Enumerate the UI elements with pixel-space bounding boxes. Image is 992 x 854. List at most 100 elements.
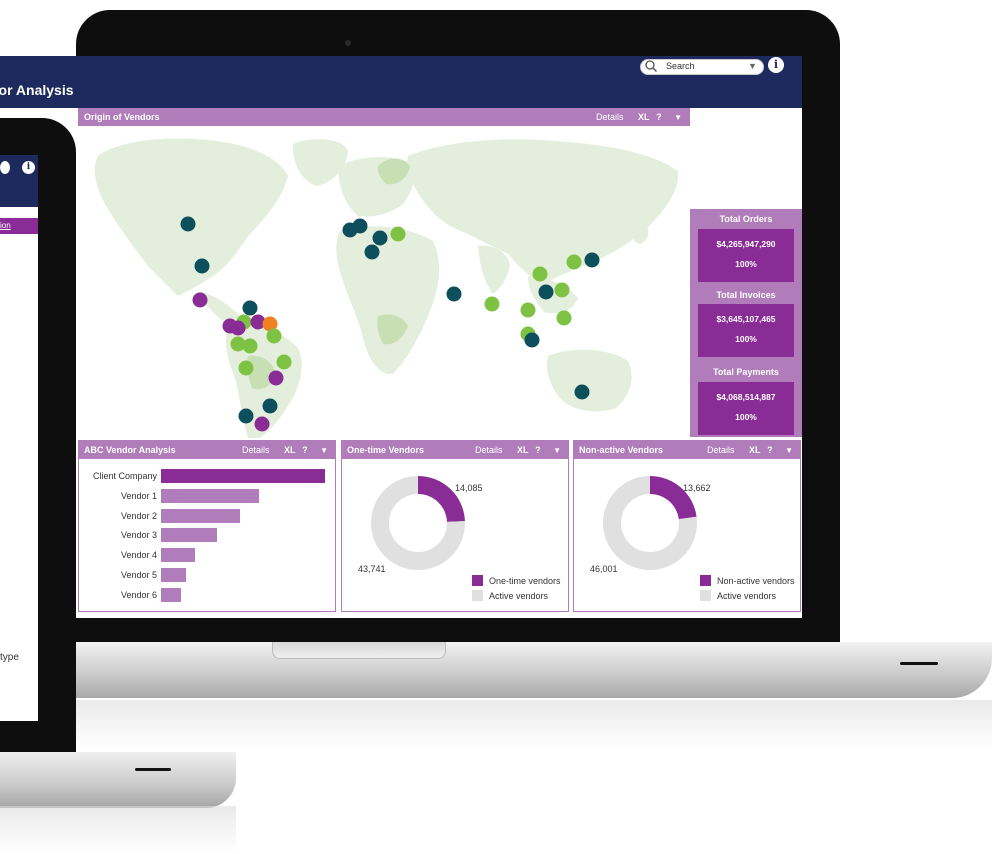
abc-bar[interactable]	[161, 548, 196, 563]
tablet-reflection	[0, 806, 236, 854]
kpi-column: Total Orders $4,265,947,290 100% Total I…	[690, 209, 802, 437]
kpi-value-total-payments: $4,068,514,887	[716, 392, 776, 402]
non-active-vendors-donut[interactable]	[574, 459, 800, 609]
kpi-label-total-payments: Total Payments	[713, 367, 779, 377]
nav-legend-swatch-non-active	[700, 575, 711, 586]
search-icon[interactable]	[644, 59, 658, 73]
nav-legend-swatch-active	[700, 590, 711, 601]
nav-value-label-active: 46,001	[590, 564, 618, 574]
kpi-value-total-invoices: $3,645,107,465	[716, 314, 776, 324]
laptop-reflection	[76, 700, 992, 750]
tablet-type-text: type	[0, 652, 19, 663]
vendor-marker-teal[interactable]	[538, 284, 554, 300]
abc-bar[interactable]	[161, 508, 240, 523]
abc-bar-label: Vendor 1	[120, 490, 157, 501]
app-window: dor Analysis Search ▼ i Origin of Vendor…	[0, 56, 802, 618]
search-placeholder: Search	[666, 61, 695, 71]
vendor-marker-purple[interactable]	[268, 370, 284, 386]
map-details-link[interactable]: Details	[596, 112, 624, 122]
nav-legend-non-active: Non-active vendors	[717, 576, 795, 586]
vendor-marker-teal[interactable]	[574, 384, 590, 400]
otv-legend-active: Active vendors	[489, 591, 549, 601]
map-dropdown-icon[interactable]: ▼	[674, 113, 682, 122]
vendor-marker-green[interactable]	[276, 354, 292, 370]
vendor-marker-green[interactable]	[566, 254, 582, 270]
otv-export-xl-button[interactable]: XL	[517, 445, 529, 455]
nav-value-label-non-active: 13,662	[683, 483, 711, 493]
vendor-marker-teal[interactable]	[238, 408, 254, 424]
abc-vendor-analysis-panel: ABC Vendor Analysis Details XL ? ▼ Clien…	[78, 440, 336, 612]
abc-bar[interactable]	[161, 568, 186, 582]
nav-export-xl-button[interactable]: XL	[749, 445, 761, 455]
vendor-marker-teal[interactable]	[180, 216, 196, 232]
otv-value-label-one-time: 14,085	[455, 483, 483, 493]
kpi-label-total-invoices: Total Invoices	[716, 290, 776, 300]
otv-legend-swatch-active	[472, 590, 483, 601]
nav-help-button[interactable]: ?	[767, 445, 773, 455]
otv-details-link[interactable]: Details	[475, 445, 503, 455]
abc-bar-label: Vendor 3	[120, 530, 157, 541]
vendor-marker-green[interactable]	[238, 360, 254, 376]
map-export-xl-button[interactable]: XL	[638, 112, 650, 122]
nav-dropdown-icon[interactable]: ▼	[785, 446, 793, 455]
vendor-marker-teal[interactable]	[262, 398, 278, 414]
otv-help-button[interactable]: ?	[535, 445, 541, 455]
vendor-marker-green[interactable]	[266, 328, 282, 344]
abc-bar[interactable]	[161, 528, 217, 543]
vendor-marker-teal[interactable]	[242, 300, 258, 316]
vendor-marker-green[interactable]	[242, 338, 258, 354]
vendor-marker-teal[interactable]	[194, 258, 210, 274]
search-dropdown-icon[interactable]: ▼	[748, 61, 757, 71]
abc-bar-chart[interactable]: Client Company Vendor 1 Vendor 2 Vendor 3 Ve…	[79, 441, 335, 611]
kpi-box-total-invoices[interactable]: $3,645,107,465 100%	[698, 304, 794, 357]
search-input[interactable]	[640, 59, 764, 75]
vendor-marker-teal[interactable]	[364, 244, 380, 260]
otv-panel-title: One-time Vendors	[347, 445, 425, 455]
abc-bar-label: Vendor 6	[120, 589, 157, 600]
vendor-marker-teal[interactable]	[524, 332, 540, 348]
kpi-percent-total-orders: 100%	[735, 259, 757, 269]
vendor-marker-green[interactable]	[556, 310, 572, 326]
vendor-marker-green[interactable]	[532, 266, 548, 282]
nav-legend-active: Active vendors	[717, 591, 777, 601]
kpi-percent-total-payments: 100%	[735, 412, 757, 422]
app-title: dor Analysis	[0, 82, 74, 98]
kpi-box-total-payments[interactable]: $4,068,514,887 100%	[698, 382, 794, 435]
abc-bar[interactable]	[161, 469, 325, 483]
info-icon[interactable]: i	[768, 57, 784, 73]
kpi-box-total-orders[interactable]: $4,265,947,290 100%	[698, 229, 794, 282]
abc-bar-label: Client Company	[92, 471, 157, 481]
vendor-marker-green[interactable]	[554, 282, 570, 298]
vendor-marker-purple[interactable]	[254, 416, 270, 432]
abc-bar[interactable]	[161, 488, 260, 503]
vendor-marker-purple[interactable]	[230, 320, 246, 336]
map-panel-title: Origin of Vendors	[84, 112, 160, 122]
abc-bar-label: Vendor 5	[120, 570, 157, 580]
abc-bar-label: Vendor 4	[120, 550, 157, 561]
otv-legend-one-time: One-time vendors	[489, 576, 561, 586]
vendor-marker-teal[interactable]	[372, 230, 388, 246]
nav-panel-header: Non-active Vendors Details XL ? ▼	[573, 441, 801, 459]
map-help-button[interactable]: ?	[656, 112, 662, 122]
vendor-marker-green[interactable]	[520, 302, 536, 318]
vendor-marker-green[interactable]	[390, 226, 406, 242]
abc-bar-label: Vendor 2	[120, 510, 157, 521]
otv-dropdown-icon[interactable]: ▼	[553, 446, 561, 455]
otv-legend-swatch-one-time	[472, 575, 483, 586]
abc-bar[interactable]	[161, 587, 181, 602]
laptop-hinge-notch	[272, 642, 446, 659]
vendor-marker-purple[interactable]	[192, 292, 208, 308]
vendor-marker-teal[interactable]	[446, 286, 462, 302]
one-time-vendors-panel: One-time Vendors Details XL ? ▼ 14,085 4…	[341, 440, 569, 612]
world-map[interactable]	[78, 126, 690, 438]
nav-details-link[interactable]: Details	[707, 445, 735, 455]
laptop-slot	[900, 662, 938, 665]
one-time-vendors-donut[interactable]	[342, 459, 568, 609]
kpi-value-total-orders: $4,265,947,290	[716, 239, 776, 249]
otv-panel-header: One-time Vendors Details XL ? ▼	[341, 441, 569, 459]
vendor-marker-teal[interactable]	[584, 252, 600, 268]
vendor-marker-teal[interactable]	[352, 218, 368, 234]
laptop-camera	[345, 40, 351, 46]
vendor-marker-green[interactable]	[484, 296, 500, 312]
tablet-slot	[135, 768, 171, 771]
